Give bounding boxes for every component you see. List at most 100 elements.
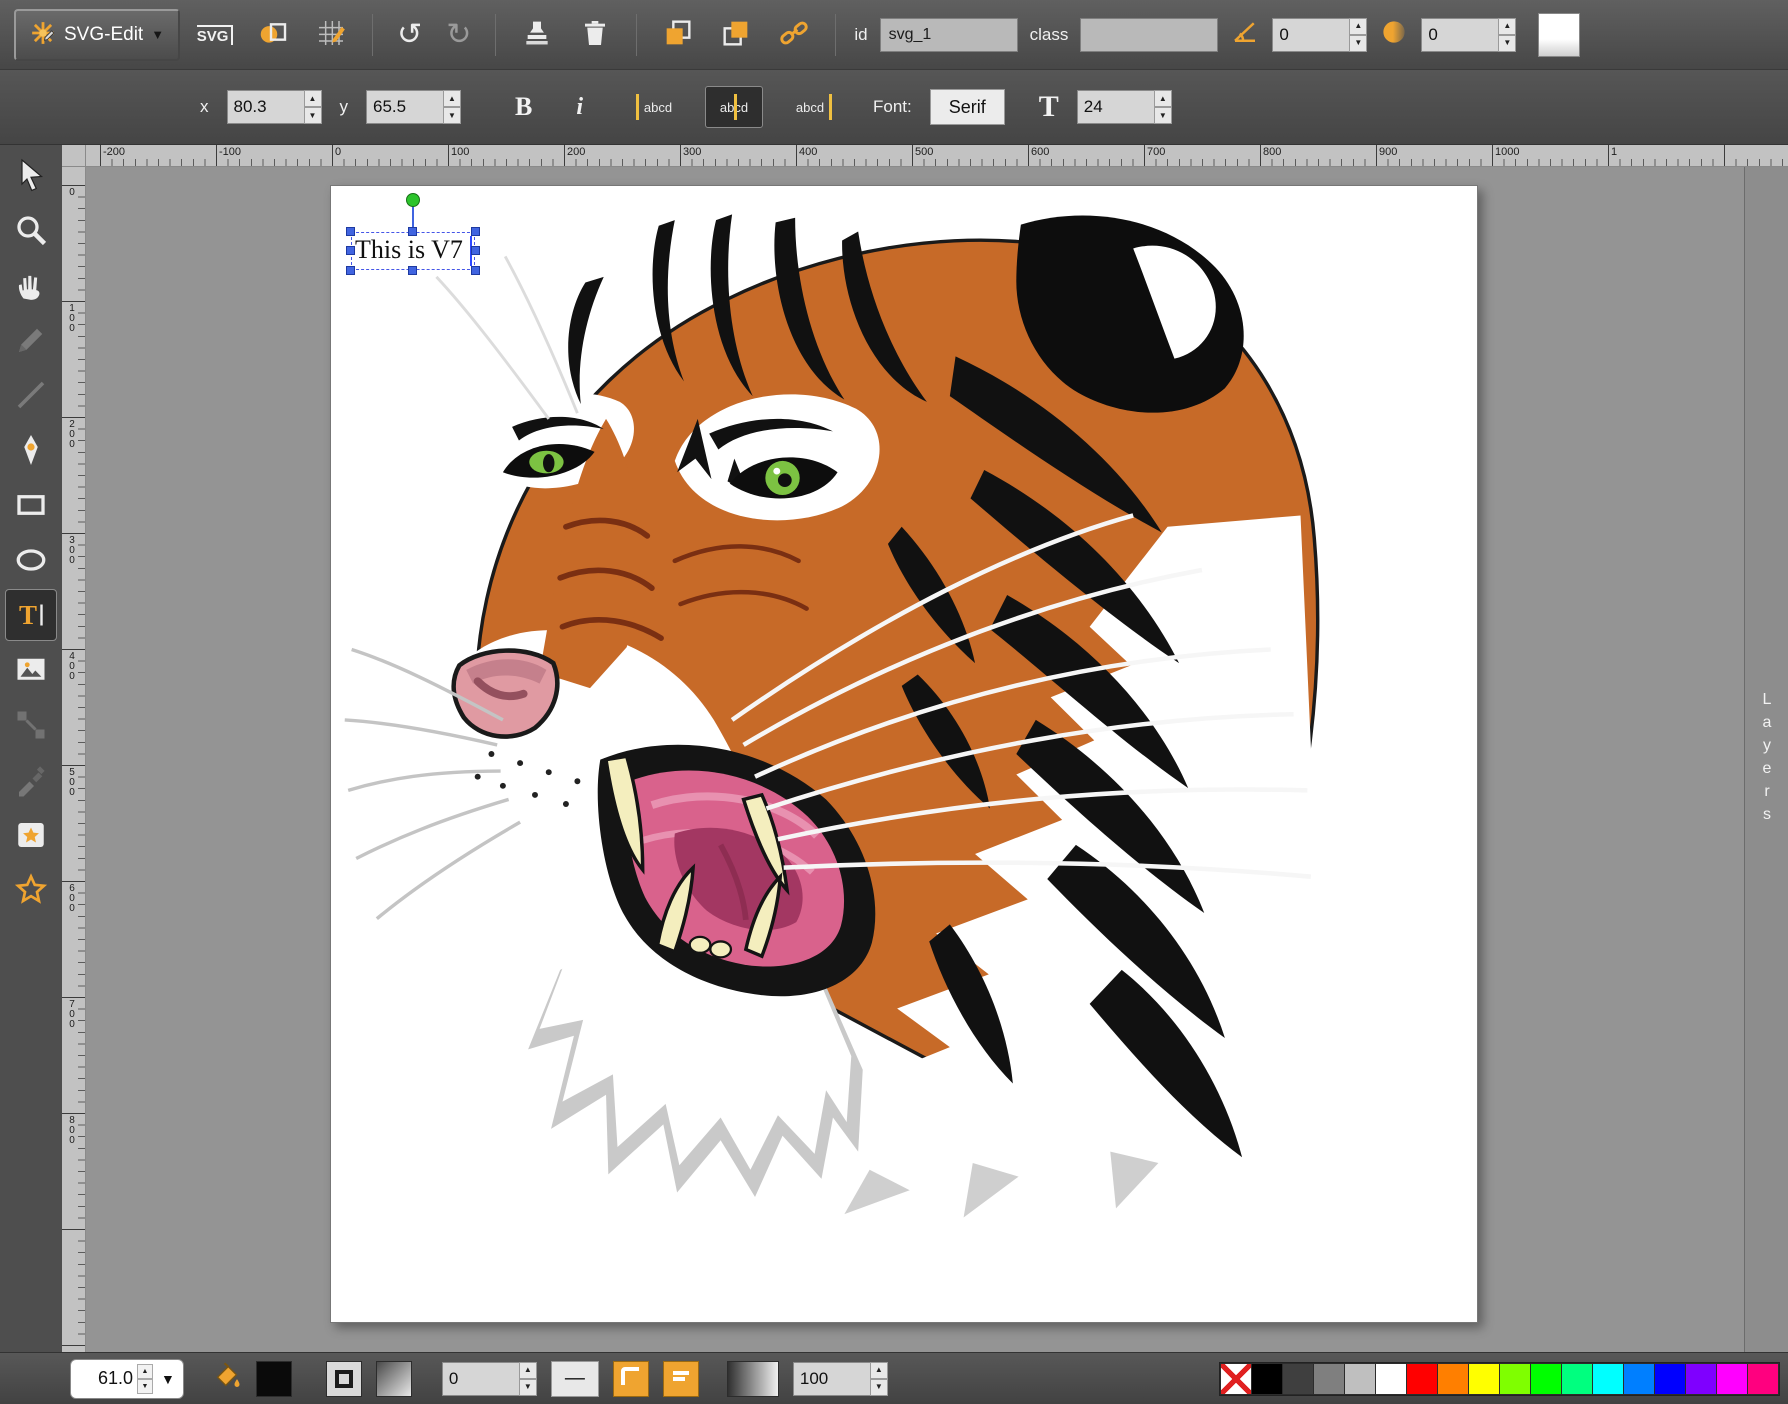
- editor-preferences-button[interactable]: [308, 12, 354, 58]
- text-anchor-end-button[interactable]: abcd: [781, 86, 839, 128]
- svg-edit-logo-icon: [30, 20, 56, 49]
- wireframe-button[interactable]: [250, 12, 296, 58]
- palette-swatch-007fff[interactable]: [1624, 1364, 1654, 1394]
- zoom-control[interactable]: 61.0 ▲ ▼ ▼: [70, 1359, 184, 1399]
- x-increase-button[interactable]: ▲: [304, 90, 322, 107]
- move-to-bottom-button[interactable]: [655, 12, 701, 58]
- svg-canvas[interactable]: This is V7: [330, 185, 1478, 1323]
- opacity-decrease-button[interactable]: ▼: [870, 1379, 888, 1396]
- star-tool[interactable]: [5, 864, 57, 916]
- stroke-style-select[interactable]: —: [551, 1361, 599, 1397]
- palette-swatch-none[interactable]: [1221, 1364, 1251, 1394]
- clone-button[interactable]: [514, 12, 560, 58]
- image-tool[interactable]: [5, 644, 57, 696]
- selection-handle-ne[interactable]: [471, 227, 480, 236]
- shape-library-tool[interactable]: [5, 809, 57, 861]
- palette-swatch-ff00ff[interactable]: [1717, 1364, 1747, 1394]
- zoom-value: 61.0: [81, 1368, 133, 1389]
- undo-button[interactable]: ↺: [391, 20, 428, 50]
- text-anchor-start-button[interactable]: abcd: [629, 86, 687, 128]
- selection-handle-sw[interactable]: [346, 266, 355, 275]
- selection-box: [351, 232, 475, 270]
- zoom-dropdown-caret[interactable]: ▼: [157, 1371, 179, 1387]
- opacity-input[interactable]: [793, 1362, 870, 1396]
- palette-swatch-00ff7f[interactable]: [1562, 1364, 1592, 1394]
- palette-swatch-3f3f3f[interactable]: [1283, 1364, 1313, 1394]
- palette-swatch-00ffff[interactable]: [1593, 1364, 1623, 1394]
- zoom-tool[interactable]: [5, 204, 57, 256]
- stroke-width-input[interactable]: [442, 1362, 519, 1396]
- x-decrease-button[interactable]: ▼: [304, 107, 322, 124]
- stroke-width-decrease-button[interactable]: ▼: [519, 1379, 537, 1396]
- blur-decrease-button[interactable]: ▼: [1498, 35, 1516, 52]
- opacity-increase-button[interactable]: ▲: [870, 1362, 888, 1379]
- move-to-top-button[interactable]: [713, 12, 759, 58]
- select-tool[interactable]: [5, 149, 57, 201]
- italic-button[interactable]: i: [570, 93, 589, 122]
- palette-swatch-000000[interactable]: [1252, 1364, 1282, 1394]
- angle-decrease-button[interactable]: ▼: [1349, 35, 1367, 52]
- angle-input[interactable]: [1272, 18, 1349, 52]
- canvas-background-swatch[interactable]: [1538, 13, 1580, 57]
- selection-handle-nw[interactable]: [346, 227, 355, 236]
- linecap-button[interactable]: [663, 1361, 699, 1397]
- palette-swatch-ffffff[interactable]: [1376, 1364, 1406, 1394]
- y-increase-button[interactable]: ▲: [443, 90, 461, 107]
- palette-swatch-00ff00[interactable]: [1531, 1364, 1561, 1394]
- stroke-width-increase-button[interactable]: ▲: [519, 1362, 537, 1379]
- h-ruler-label: 1000: [1495, 146, 1519, 158]
- element-class-input[interactable]: [1080, 18, 1218, 52]
- palette-swatch-7f00ff[interactable]: [1686, 1364, 1716, 1394]
- path-tool[interactable]: [5, 424, 57, 476]
- stroke-color-swatch[interactable]: [376, 1361, 412, 1397]
- text-tool[interactable]: T: [5, 589, 57, 641]
- y-coordinate-input[interactable]: [366, 90, 443, 124]
- palette-swatch-ffff00[interactable]: [1469, 1364, 1499, 1394]
- ellipse-tool[interactable]: [5, 534, 57, 586]
- zoom-increase-button[interactable]: ▲: [137, 1364, 153, 1379]
- selection-handle-e[interactable]: [471, 246, 480, 255]
- delete-button[interactable]: [572, 12, 618, 58]
- blur-increase-button[interactable]: ▲: [1498, 18, 1516, 35]
- selection-handle-s[interactable]: [408, 266, 417, 275]
- v-ruler-label: 700: [65, 1000, 79, 1030]
- opacity-gradient-chip[interactable]: [727, 1361, 779, 1397]
- layers-panel-toggle[interactable]: Layers: [1744, 167, 1788, 1352]
- rotate-handle[interactable]: [406, 193, 420, 207]
- selection-handle-w[interactable]: [346, 246, 355, 255]
- angle-increase-button[interactable]: ▲: [1349, 18, 1367, 35]
- fill-color-swatch[interactable]: [256, 1361, 292, 1397]
- zoom-decrease-button[interactable]: ▼: [137, 1379, 153, 1394]
- selection-handle-se[interactable]: [471, 266, 480, 275]
- selection-handle-n[interactable]: [408, 227, 417, 236]
- palette-swatch-ff7f00[interactable]: [1438, 1364, 1468, 1394]
- text-anchor-middle-button[interactable]: abcd: [705, 86, 763, 128]
- class-label: class: [1030, 25, 1069, 45]
- palette-swatch-7fff00[interactable]: [1500, 1364, 1530, 1394]
- blur-input[interactable]: [1421, 18, 1498, 52]
- palette-swatch-bfbfbf[interactable]: [1345, 1364, 1375, 1394]
- font-size-input[interactable]: [1077, 90, 1154, 124]
- selected-text-element[interactable]: This is V7: [351, 232, 475, 270]
- bold-button[interactable]: B: [509, 91, 538, 123]
- h-ruler-label: 800: [1263, 146, 1281, 158]
- x-coordinate-input[interactable]: [227, 90, 304, 124]
- element-id-input[interactable]: [880, 18, 1018, 52]
- main-menu-button[interactable]: SVG-Edit ▼: [14, 9, 180, 61]
- y-decrease-button[interactable]: ▼: [443, 107, 461, 124]
- anchor-start-sample: abcd: [644, 100, 672, 115]
- pan-tool[interactable]: [5, 259, 57, 311]
- palette-swatch-ff007f[interactable]: [1748, 1364, 1778, 1394]
- palette-swatch-7f7f7f[interactable]: [1314, 1364, 1344, 1394]
- font-size-decrease-button[interactable]: ▼: [1154, 107, 1172, 124]
- font-family-button[interactable]: Serif: [930, 89, 1005, 125]
- layers-panel-label: Layers: [1758, 691, 1776, 829]
- palette-swatch-ff0000[interactable]: [1407, 1364, 1437, 1394]
- source-editor-button[interactable]: SVG: [192, 12, 238, 58]
- rect-tool[interactable]: [5, 479, 57, 531]
- linejoin-button[interactable]: [613, 1361, 649, 1397]
- palette-swatch-0000ff[interactable]: [1655, 1364, 1685, 1394]
- stroke-icon-chip[interactable]: [326, 1361, 362, 1397]
- font-size-increase-button[interactable]: ▲: [1154, 90, 1172, 107]
- make-link-button[interactable]: [771, 12, 817, 58]
